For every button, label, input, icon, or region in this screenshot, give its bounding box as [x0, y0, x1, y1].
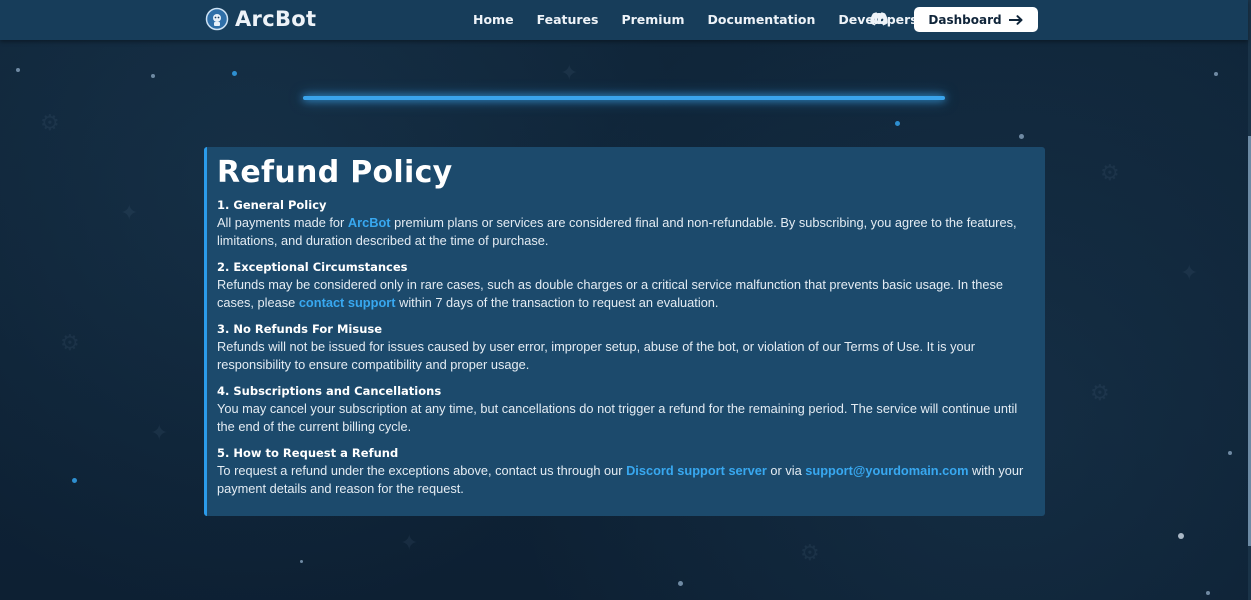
bg-dot	[72, 478, 77, 483]
bg-dot	[1019, 134, 1024, 139]
bg-robot-glyph: ⚙	[60, 330, 80, 355]
policy-section-misuse: 3. No Refunds For Misuse Refunds will no…	[217, 321, 1035, 373]
bg-dot	[1214, 72, 1218, 76]
section-body: Refunds will not be issued for issues ca…	[217, 339, 975, 372]
bg-dot	[232, 71, 237, 76]
section-body: You may cancel your subscription at any …	[217, 401, 1018, 434]
policy-section-general: 1. General Policy All payments made for …	[217, 197, 1035, 249]
bg-robot-glyph: ⚙	[1090, 380, 1110, 405]
section-body: Refunds may be considered only in rare c…	[217, 277, 1004, 310]
dashboard-button-label: Dashboard	[928, 12, 1002, 27]
bg-robot-glyph: ✦	[560, 60, 579, 85]
page-title: Refund Policy	[217, 155, 453, 190]
bg-robot-glyph: ⚙	[40, 110, 60, 135]
bg-robot-glyph: ✦	[1180, 260, 1199, 285]
bg-dot	[151, 74, 155, 78]
policy-section-subscriptions: 4. Subscriptions and Cancellations You m…	[217, 383, 1035, 435]
discord-icon[interactable]	[870, 12, 888, 26]
bg-robot-glyph: ✦	[400, 530, 419, 555]
discord-support-link[interactable]: Discord support server	[626, 463, 767, 478]
arcbot-link[interactable]: ArcBot	[348, 215, 391, 230]
bg-dot	[895, 121, 900, 126]
bg-robot-glyph: ✦	[120, 200, 139, 225]
bg-dot	[16, 68, 20, 72]
glow-divider	[303, 96, 945, 100]
arrow-right-icon	[1008, 14, 1023, 25]
refund-policy-card: Refund Policy 1. General Policy All paym…	[204, 147, 1045, 516]
section-body: All payments made for ArcBot premium pla…	[217, 215, 1017, 248]
nav-link-features[interactable]: Features	[537, 12, 599, 27]
bg-dot	[300, 560, 303, 563]
brand-name: ArcBot	[235, 7, 317, 31]
robot-planet-icon	[205, 7, 229, 31]
section-body: To request a refund under the exceptions…	[217, 463, 1024, 496]
top-navbar: ArcBot Home Features Premium Documentati…	[0, 0, 1248, 40]
bg-robot-glyph: ⚙	[1100, 160, 1120, 185]
support-email-link[interactable]: support@yourdomain.com	[805, 463, 968, 478]
contact-support-link[interactable]: contact support	[299, 295, 396, 310]
nav-link-premium[interactable]: Premium	[621, 12, 684, 27]
bg-robot-glyph: ⚙	[800, 540, 820, 565]
nav-link-home[interactable]: Home	[473, 12, 514, 27]
section-heading: 4. Subscriptions and Cancellations	[217, 384, 442, 398]
policy-section-exceptional: 2. Exceptional Circumstances Refunds may…	[217, 259, 1035, 311]
policy-section-request: 5. How to Request a Refund To request a …	[217, 445, 1035, 497]
bg-dot	[678, 581, 683, 586]
bg-robot-glyph: ✦	[150, 420, 169, 445]
bg-dot	[1206, 591, 1210, 595]
dashboard-button[interactable]: Dashboard	[914, 7, 1038, 32]
nav-link-documentation[interactable]: Documentation	[708, 12, 816, 27]
section-heading: 1. General Policy	[217, 198, 327, 212]
bg-dot	[1178, 533, 1184, 539]
section-heading: 2. Exceptional Circumstances	[217, 260, 408, 274]
section-heading: 5. How to Request a Refund	[217, 446, 399, 460]
section-heading: 3. No Refunds For Misuse	[217, 322, 383, 336]
bg-dot	[1228, 451, 1232, 455]
brand-logo[interactable]: ArcBot	[205, 7, 316, 31]
